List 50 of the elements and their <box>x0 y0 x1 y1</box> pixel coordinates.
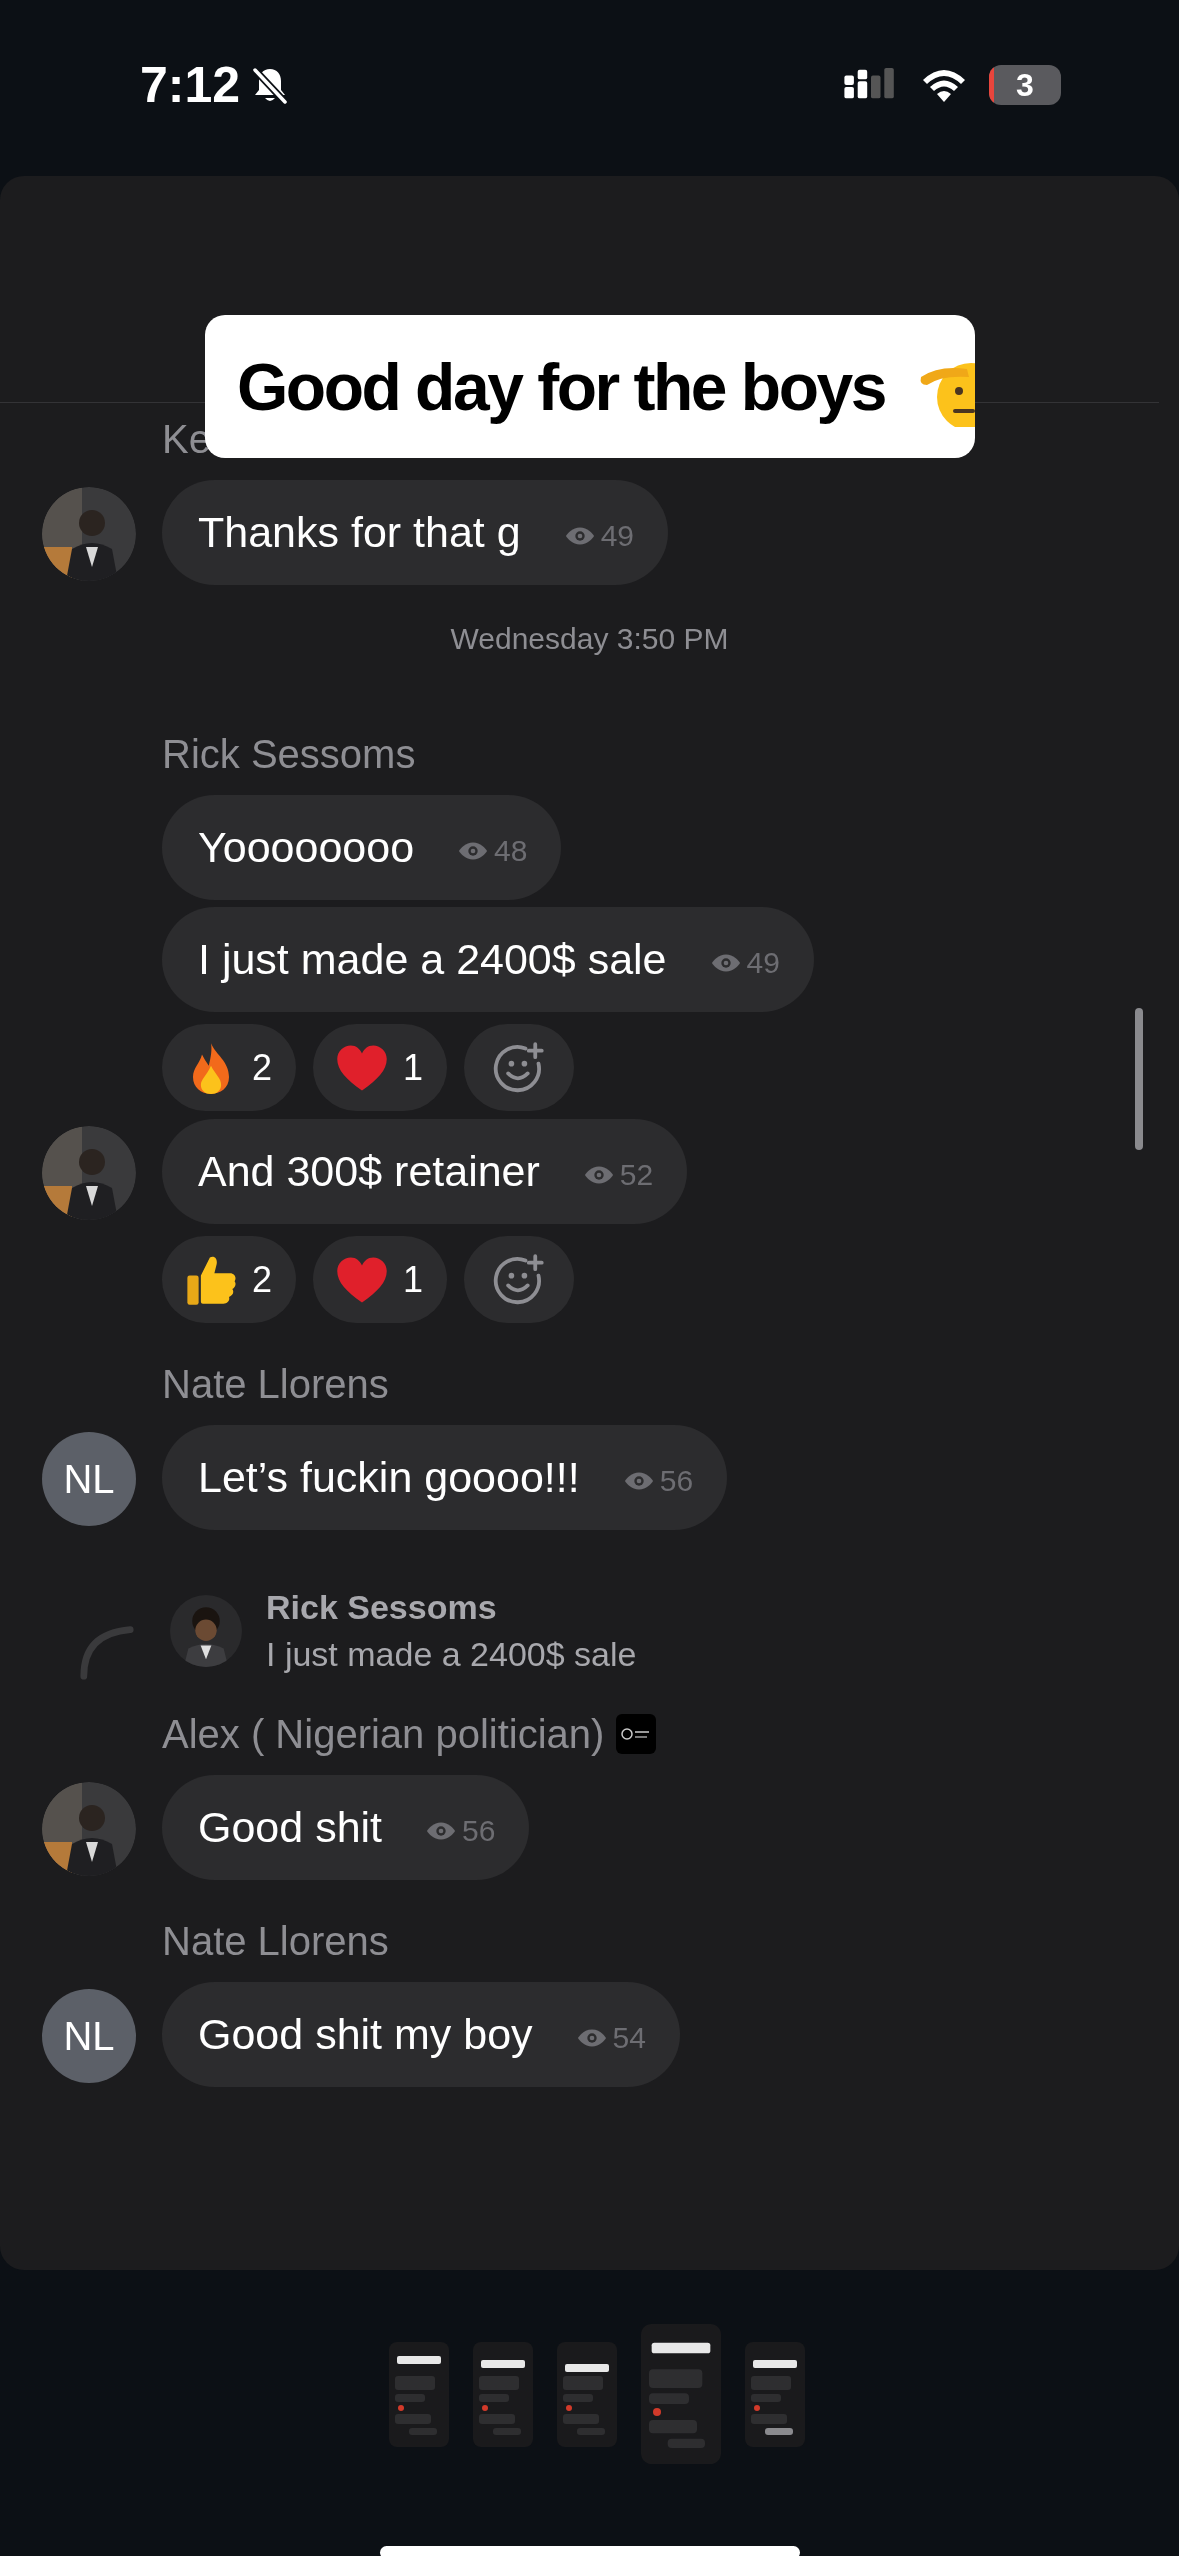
message-bubble[interactable]: Good shit my boy 54 <box>162 1982 680 2087</box>
message-bubble[interactable]: Let’s fuckin goooo!!! 56 <box>162 1425 728 1530</box>
reaction-count: 2 <box>252 1258 273 1301</box>
view-count: 49 <box>746 945 780 980</box>
date-divider: Wednesday 3:50 PM <box>449 621 730 657</box>
sender-name: Rick Sessoms <box>162 731 416 777</box>
message-text: And 300$ retainer <box>198 1147 540 1196</box>
smiley-plus-icon <box>493 1253 546 1306</box>
reply-quote: I just made a 2400$ sale <box>266 1634 637 1674</box>
view-count: 49 <box>600 518 635 553</box>
eye-icon <box>564 525 595 546</box>
reaction-chip[interactable]: 1 <box>313 1024 448 1111</box>
reaction-chip[interactable]: 2 <box>162 1024 297 1111</box>
view-count: 54 <box>612 2020 646 2055</box>
message-bubble[interactable]: Yoooooooo 48 <box>162 795 562 900</box>
message-bubble[interactable]: And 300$ retainer 52 <box>162 1119 688 1224</box>
message-text: I just made a 2400$ sale <box>198 935 667 984</box>
view-count: 48 <box>494 833 528 868</box>
view-count: 56 <box>462 1813 496 1848</box>
eye-icon <box>710 952 741 973</box>
clock-time: 7:12 <box>140 56 241 114</box>
message-bubble[interactable]: Thanks for that g 49 <box>162 480 669 585</box>
view-count: 52 <box>619 1157 654 1192</box>
message-text: Let’s fuckin goooo!!! <box>198 1453 580 1502</box>
sender-name: Nate Llorens <box>162 1918 389 1964</box>
eye-icon <box>576 2027 607 2048</box>
reaction-chip[interactable]: 2 <box>162 1236 297 1323</box>
avatar: NL <box>42 1989 136 2083</box>
message-text: Good shit <box>198 1803 383 1852</box>
reaction-count: 1 <box>403 1258 424 1301</box>
avatar: NL <box>42 1432 136 1526</box>
sender-name: Nate Llorens <box>162 1361 389 1407</box>
eye-icon <box>623 1470 654 1491</box>
message-bubble[interactable]: I just made a 2400$ sale 49 <box>162 907 814 1012</box>
message-text: Thanks for that g <box>198 508 521 557</box>
message-bubble[interactable]: Good shit 56 <box>162 1775 530 1880</box>
eye-icon <box>583 1164 614 1185</box>
eye-icon <box>426 1820 457 1841</box>
reaction-chip[interactable]: 1 <box>313 1236 448 1323</box>
sender-name: Alex ( Nigerian politician) <box>162 1711 605 1757</box>
caption-text: Good day for the boys <box>237 348 885 425</box>
reaction-count: 1 <box>403 1046 424 1089</box>
message-text: Yoooooooo <box>198 823 415 872</box>
view-count: 56 <box>659 1463 694 1498</box>
reply-sender: Rick Sessoms <box>266 1587 498 1627</box>
eye-icon <box>458 840 489 861</box>
battery-indicator: 3 <box>989 65 1061 105</box>
message-text: Good shit my boy <box>198 2010 533 2059</box>
reaction-count: 2 <box>252 1046 273 1089</box>
smiley-plus-icon <box>493 1041 546 1094</box>
